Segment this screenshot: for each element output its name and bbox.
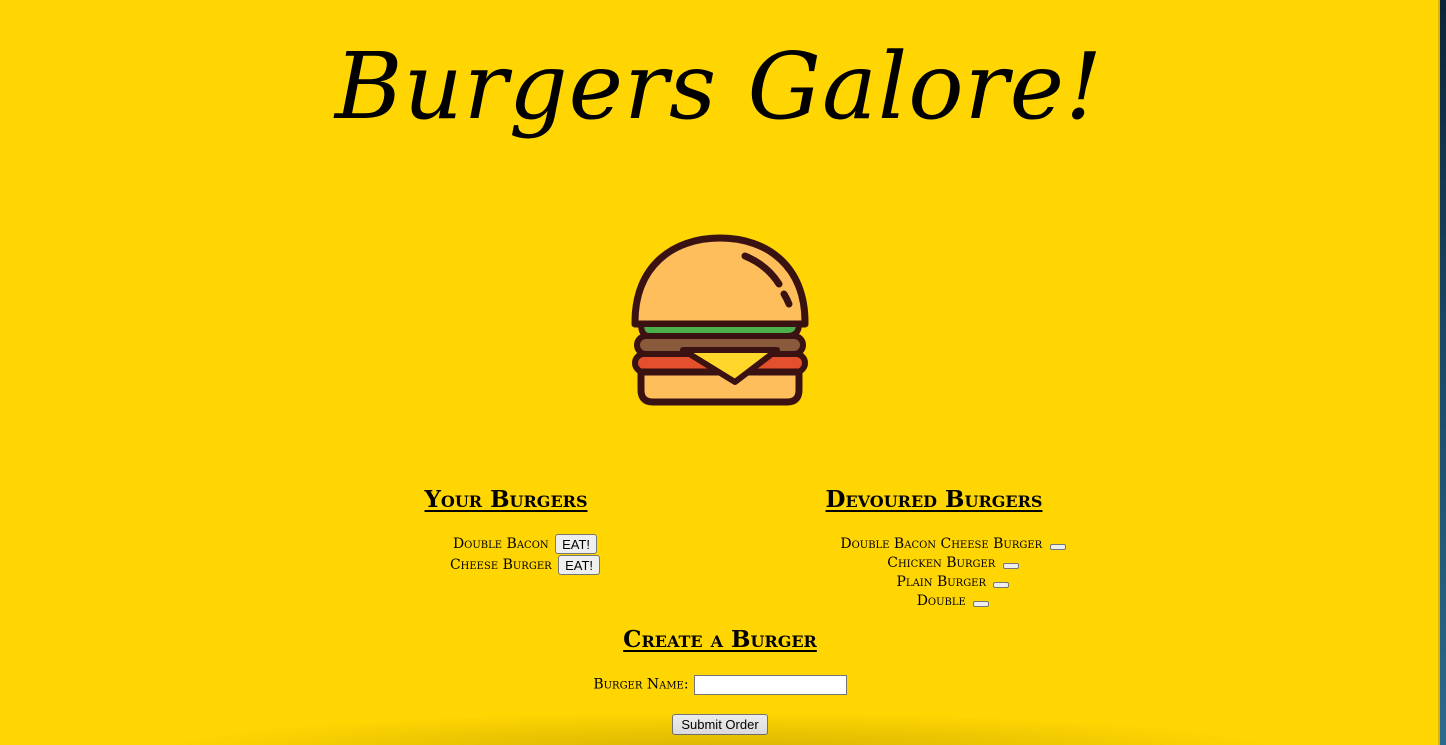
page-title: Burgers Galore! [334, 33, 1104, 140]
desktop-background-strip [1440, 0, 1446, 745]
create-burger-heading: Create a Burger [623, 626, 817, 653]
devoured-button[interactable] [1049, 544, 1066, 550]
devoured-burgers-heading: Devoured Burgers [825, 486, 1043, 513]
devoured-button[interactable] [973, 601, 990, 607]
list-item: Double Bacon Cheese Burger [800, 535, 1106, 554]
your-burgers-heading: Your Burgers [424, 486, 588, 513]
burger-name: Cheese Burger [449, 557, 552, 573]
burger-name-input[interactable] [693, 674, 847, 695]
burger-form-row: Burger Name: [500, 674, 940, 695]
your-burgers-list: Double Bacon EAT! Cheese Burger EAT! [400, 534, 650, 576]
hamburger-icon [631, 234, 809, 406]
burger-name: Double [916, 593, 966, 609]
devoured-button[interactable] [1002, 563, 1019, 569]
devoured-button[interactable] [993, 582, 1010, 588]
list-item: Plain Burger [800, 573, 1106, 592]
list-item: Double Bacon EAT! [400, 534, 650, 555]
devoured-burgers-list: Double Bacon Cheese Burger Chicken Burge… [800, 535, 1106, 611]
eat-button[interactable]: EAT! [558, 555, 601, 575]
submit-order-button[interactable]: Submit Order [672, 714, 768, 735]
page-background: Burgers Galore! Your Burgers Double Baco… [0, 0, 1440, 745]
burger-name-label: Burger Name: [593, 676, 689, 693]
list-item: Double [800, 592, 1106, 611]
burger-name: Double Bacon Cheese Burger [840, 536, 1043, 552]
burger-name: Chicken Burger [887, 555, 996, 571]
burger-name: Double Bacon [452, 536, 549, 552]
burger-name: Plain Burger [896, 574, 987, 590]
list-item: Chicken Burger [800, 554, 1106, 573]
list-item: Cheese Burger EAT! [400, 555, 650, 576]
eat-button[interactable]: EAT! [555, 534, 598, 554]
